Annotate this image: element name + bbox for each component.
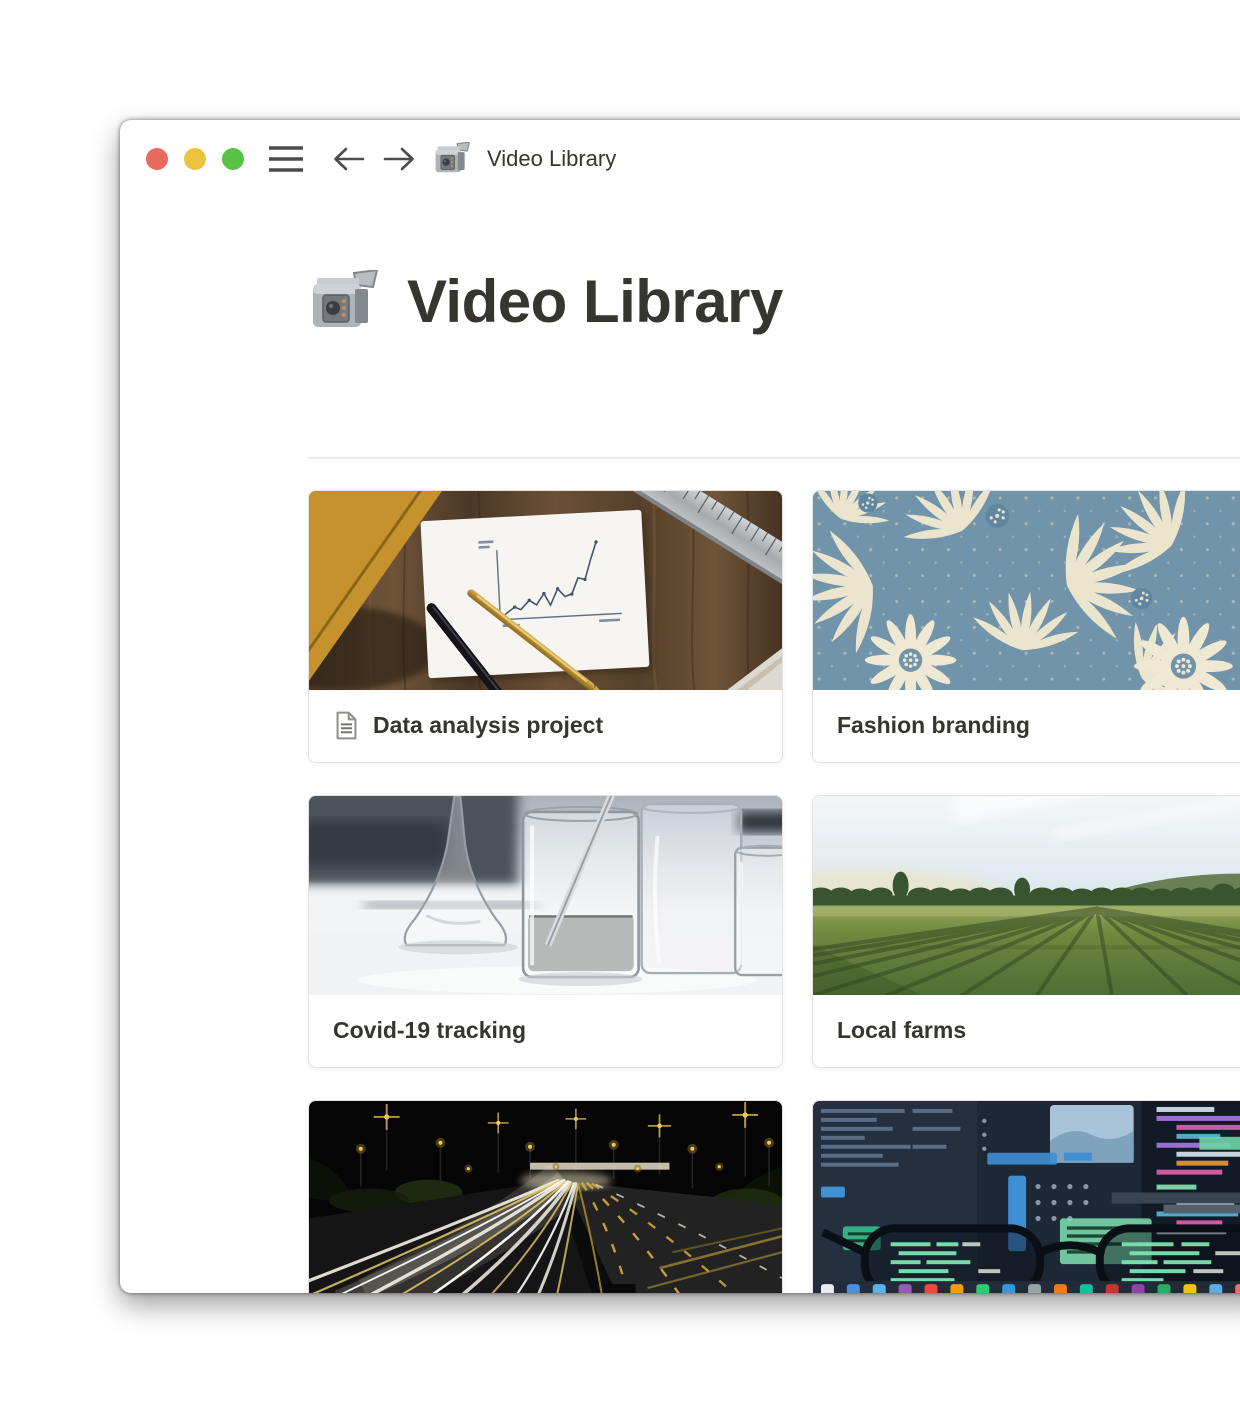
screenshot-canvas: { "window": { "topbar": { "title": "Vide… [0, 0, 1240, 1414]
card-cover-floral-pattern [813, 491, 1240, 690]
hamburger-icon [268, 144, 304, 174]
card-title: Covid-19 tracking [333, 1017, 526, 1044]
card-title: Fashion branding [837, 712, 1030, 739]
card-cover-highway-photo [309, 1101, 782, 1293]
minimize-window-button[interactable] [184, 148, 206, 170]
card-caption: Covid-19 tracking [309, 995, 782, 1066]
back-button[interactable] [332, 145, 366, 173]
arrow-right-icon [382, 145, 416, 173]
gallery-card[interactable]: Fashion branding [812, 490, 1240, 763]
toolbar-divider [308, 457, 1240, 459]
gallery-card[interactable]: Data analysis project [308, 490, 783, 763]
arrow-left-icon [332, 145, 366, 173]
gallery-card[interactable]: Covid-19 tracking [308, 795, 783, 1068]
close-window-button[interactable] [146, 148, 168, 170]
card-cover-desk-photo [309, 491, 782, 690]
app-window: Video Library Video Library Add a view P… [120, 120, 1240, 1293]
movie-camera-icon [434, 142, 472, 176]
card-cover-lab-photo [309, 796, 782, 995]
card-caption: Data analysis project [309, 690, 782, 761]
window-topbar: Video Library [120, 120, 1240, 198]
card-cover-code-photo [813, 1101, 1240, 1293]
gallery-view: Data analysis project [308, 490, 1240, 1293]
card-caption: Fashion branding [813, 690, 1240, 761]
sidebar-menu-button[interactable] [268, 144, 304, 174]
card-title: Data analysis project [373, 712, 603, 739]
card-cover-farm-photo [813, 796, 1240, 995]
breadcrumb[interactable]: Video Library [434, 142, 616, 176]
document-icon [333, 711, 360, 740]
gallery-card[interactable]: Local farms [812, 795, 1240, 1068]
zoom-window-button[interactable] [222, 148, 244, 170]
page-title[interactable]: Video Library [407, 266, 783, 338]
card-caption: Local farms [813, 995, 1240, 1066]
gallery-card[interactable] [308, 1100, 783, 1293]
forward-button[interactable] [382, 145, 416, 173]
gallery-card[interactable] [812, 1100, 1240, 1293]
page-icon-movie-camera[interactable] [309, 270, 383, 334]
page-header: Video Library [309, 266, 783, 338]
traffic-lights [146, 148, 244, 170]
card-title: Local farms [837, 1017, 966, 1044]
topbar-page-title: Video Library [487, 146, 616, 172]
